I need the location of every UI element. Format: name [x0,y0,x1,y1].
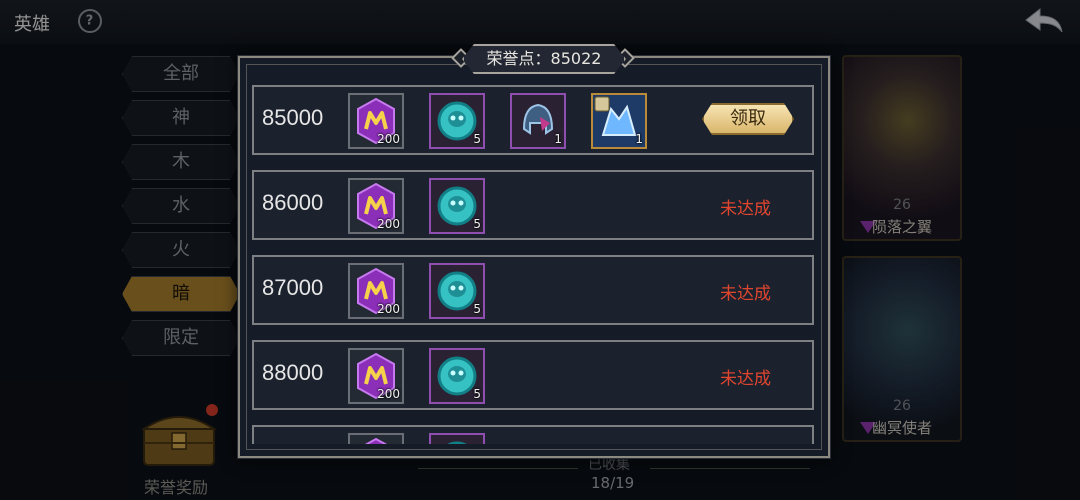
item-quantity: 5 [473,302,481,316]
reward-item[interactable]: 1 [510,93,566,149]
item-quantity: 200 [377,132,400,146]
item-quantity: 1 [554,132,562,146]
item-quantity: 5 [473,387,481,401]
status-not-reached: 未达成 [720,369,771,389]
reward-item[interactable]: 5 [429,348,485,404]
item-quantity: 5 [473,132,481,146]
item-quantity: 200 [377,217,400,231]
reward-row: 88000 200 5 未达成 [252,340,814,410]
status-not-reached: 未达成 [720,284,771,304]
points-threshold: 86000 [262,190,324,215]
reward-item[interactable]: 200 [348,263,404,319]
reward-item[interactable]: 5 [429,263,485,319]
item-quantity: 200 [377,387,400,401]
reward-row [252,425,814,444]
reward-row: 87000 200 5 未达成 [252,255,814,325]
cyan-skull-token-icon [447,441,467,444]
status-not-reached: 未达成 [720,199,771,219]
reward-item[interactable]: 5 [429,93,485,149]
reward-item[interactable]: 200 [348,93,404,149]
reward-item[interactable]: 200 [348,348,404,404]
reward-item[interactable]: 5 [429,178,485,234]
item-quantity: 1 [635,132,643,146]
item-quantity: 5 [473,217,481,231]
points-threshold: 85000 [262,105,324,130]
reward-item[interactable] [348,433,404,444]
points-threshold: 87000 [262,275,324,300]
reward-item[interactable] [429,433,485,444]
item-quantity: 200 [377,302,400,316]
reward-item[interactable]: 1 [591,93,647,149]
honor-points-badge: 荣誉点：85022 [462,44,626,74]
reward-row: 86000 200 5 未达成 [252,170,814,240]
reward-list[interactable]: 85000 200 5 1 1 领取 86000 200 5 未达成 87000… [252,85,814,444]
reward-row: 85000 200 5 1 1 领取 [252,85,814,155]
purple-crystal-icon [364,437,388,444]
reward-item[interactable]: 200 [348,178,404,234]
claim-button[interactable]: 领取 [702,103,794,135]
points-threshold: 88000 [262,360,324,385]
